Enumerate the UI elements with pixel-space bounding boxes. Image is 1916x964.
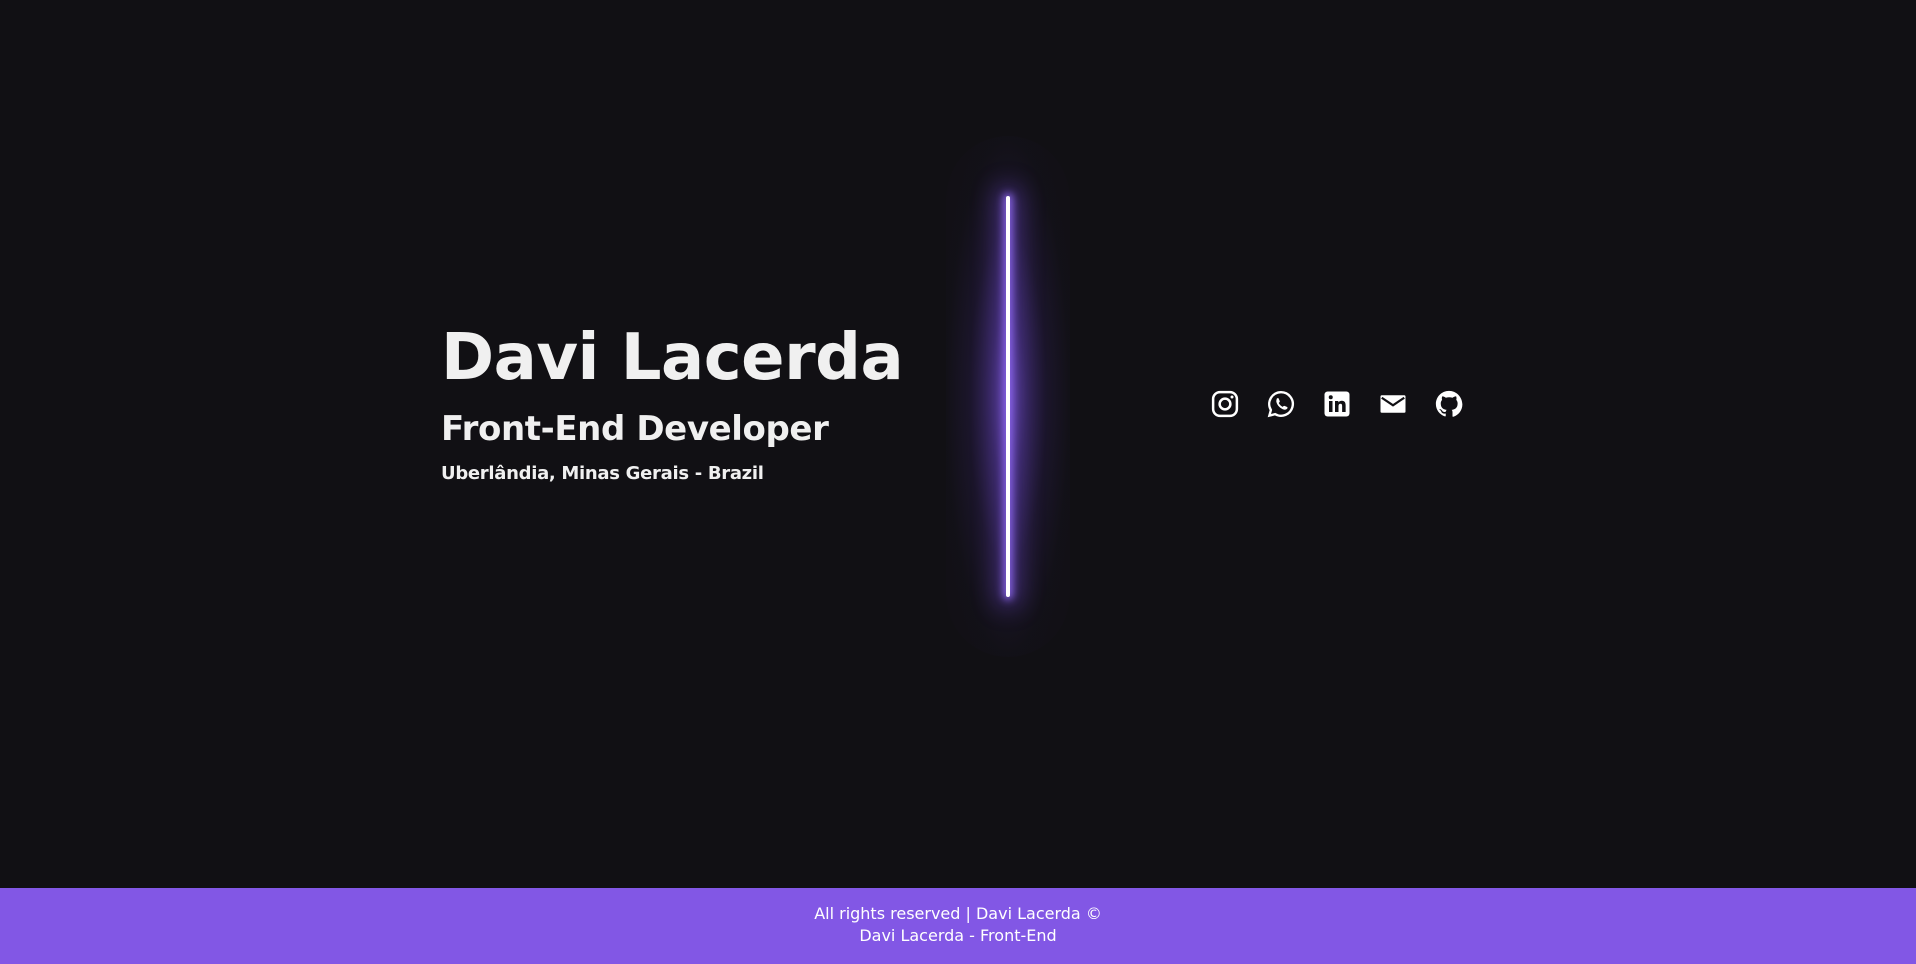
email-icon bbox=[1380, 395, 1406, 413]
instagram-link[interactable] bbox=[1210, 389, 1240, 419]
instagram-icon bbox=[1211, 390, 1239, 418]
whatsapp-link[interactable] bbox=[1266, 389, 1296, 419]
hero-name: Davi Lacerda bbox=[441, 321, 904, 395]
linkedin-icon bbox=[1324, 391, 1350, 417]
glowing-divider bbox=[946, 136, 1070, 657]
footer-tagline: Davi Lacerda - Front-End bbox=[859, 926, 1057, 945]
footer: All rights reserved | Davi Lacerda © Dav… bbox=[0, 888, 1916, 964]
intro-section: Davi Lacerda Front-End Developer Uberlân… bbox=[441, 318, 941, 486]
github-link[interactable] bbox=[1434, 389, 1464, 419]
page: Davi Lacerda Front-End Developer Uberlân… bbox=[0, 0, 1916, 964]
linkedin-link[interactable] bbox=[1322, 389, 1352, 419]
footer-copyright: All rights reserved | Davi Lacerda © bbox=[814, 904, 1102, 923]
whatsapp-icon bbox=[1267, 391, 1295, 418]
social-links bbox=[1210, 389, 1464, 419]
divider-line bbox=[1006, 196, 1010, 597]
github-icon bbox=[1435, 390, 1463, 417]
hero-role: Front-End Developer bbox=[441, 409, 829, 449]
hero-location: Uberlândia, Minas Gerais - Brazil bbox=[441, 463, 764, 484]
email-link[interactable] bbox=[1378, 389, 1408, 419]
